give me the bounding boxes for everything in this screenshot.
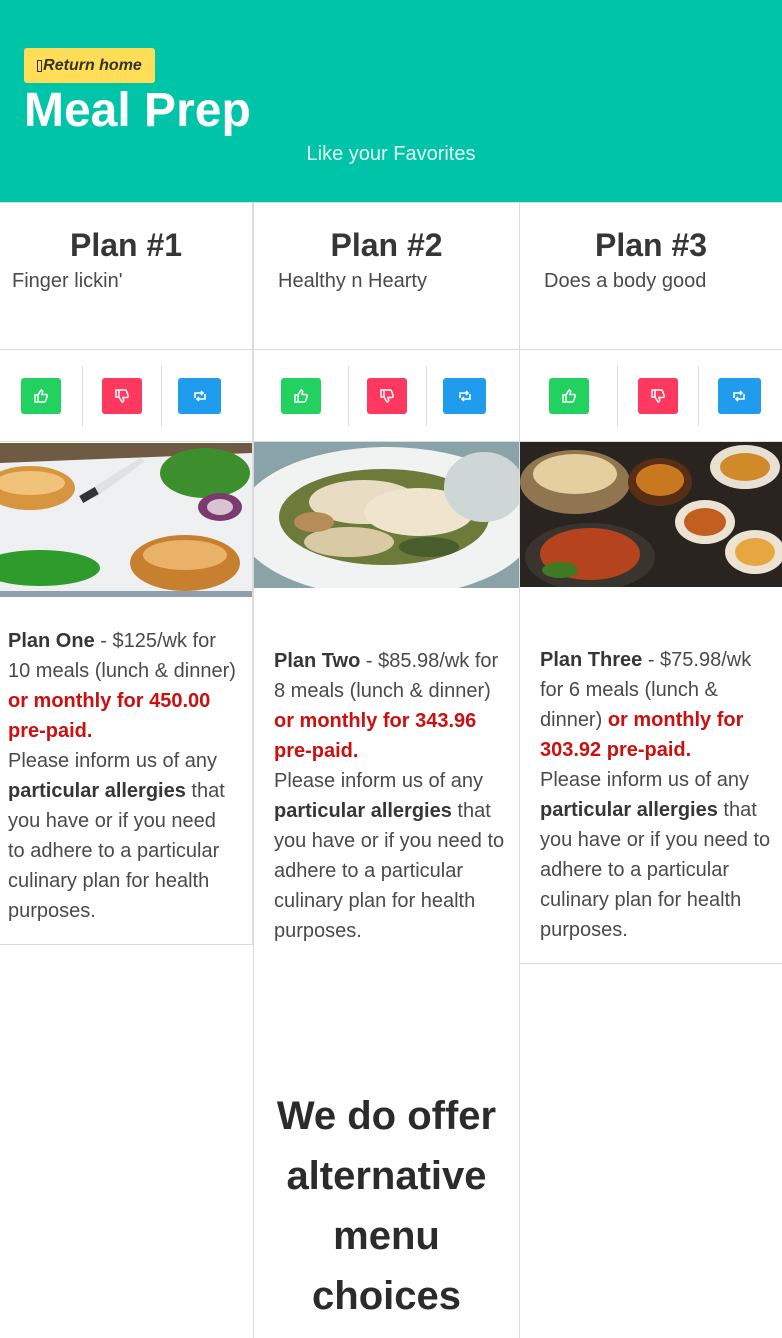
thumbs-up-icon (561, 389, 576, 403)
plan-inform-text: Please inform us of any (540, 769, 749, 791)
plan-title: Plan #2 (330, 227, 443, 263)
share-button[interactable] (717, 378, 761, 414)
like-button[interactable] (21, 378, 61, 414)
page-title: Meal Prep (24, 84, 251, 137)
plan-card-1: Plan #1 Finger lickin' Plan One - $125/w… (0, 202, 253, 945)
dislike-button[interactable] (101, 378, 142, 414)
plan-card-2: Plan #2 Healthy n Hearty Plan Two - $85.… (253, 202, 520, 1338)
plan-photo (0, 443, 252, 597)
home-icon (37, 59, 43, 72)
like-button[interactable] (281, 378, 321, 414)
thumbs-down-icon (650, 389, 665, 403)
plan-name: Plan One (8, 630, 95, 652)
plan-subtitle: Healthy n Hearty (278, 270, 427, 292)
plan-name: Plan Two (274, 650, 361, 672)
plan-inform-text: Please inform us of any (274, 770, 483, 792)
thumbs-up-icon (34, 389, 49, 403)
retweet-icon (458, 390, 471, 402)
share-button[interactable] (178, 378, 221, 414)
thumbs-down-icon (114, 389, 129, 403)
like-button[interactable] (548, 378, 589, 414)
alternatives-heading: We do offer alternative menu choices (276, 1094, 497, 1318)
return-home-label: Return home (43, 56, 142, 74)
plan-photo (520, 442, 782, 587)
plan-allergies: particular allergies (540, 799, 718, 821)
plan-monthly-price: or monthly for 450.00 pre-paid. (8, 690, 211, 742)
thumbs-up-icon (294, 389, 309, 403)
plan-allergies: particular allergies (8, 780, 186, 802)
return-home-button[interactable]: Return home (24, 48, 155, 83)
thumbs-down-icon (380, 389, 395, 403)
retweet-icon (733, 390, 745, 402)
dislike-button[interactable] (367, 378, 407, 414)
plan-monthly-price: or monthly for 343.96 pre-paid. (274, 710, 477, 762)
plan-photo (254, 442, 520, 588)
plan-title: Plan #1 (69, 227, 183, 263)
plan-actions (0, 349, 252, 442)
page-subtitle: Like your Favorites (306, 143, 476, 165)
plan-card-3: Plan #3 Does a body good Plan Three - $7… (519, 202, 782, 964)
plan-actions (520, 349, 782, 442)
plan-actions (254, 349, 519, 442)
share-button[interactable] (443, 378, 486, 414)
dislike-button[interactable] (637, 378, 678, 414)
plan-subtitle: Finger lickin' (12, 270, 123, 292)
plan-inform-text: Please inform us of any (8, 750, 217, 772)
plan-description: Plan One - $125/wk for 10 meals (lunch &… (8, 626, 238, 926)
plan-title: Plan #3 (594, 227, 708, 263)
plan-name: Plan Three (540, 649, 643, 671)
plan-allergies: particular allergies (274, 800, 452, 822)
plan-description: Plan Three - $75.98/wk for 6 meals (lunc… (540, 645, 776, 945)
plan-subtitle: Does a body good (544, 270, 707, 292)
retweet-icon (193, 390, 206, 402)
hero-banner: Return home Meal Prep Like your Favorite… (0, 0, 782, 202)
plan-description: Plan Two - $85.98/wk for 8 meals (lunch … (274, 646, 506, 946)
